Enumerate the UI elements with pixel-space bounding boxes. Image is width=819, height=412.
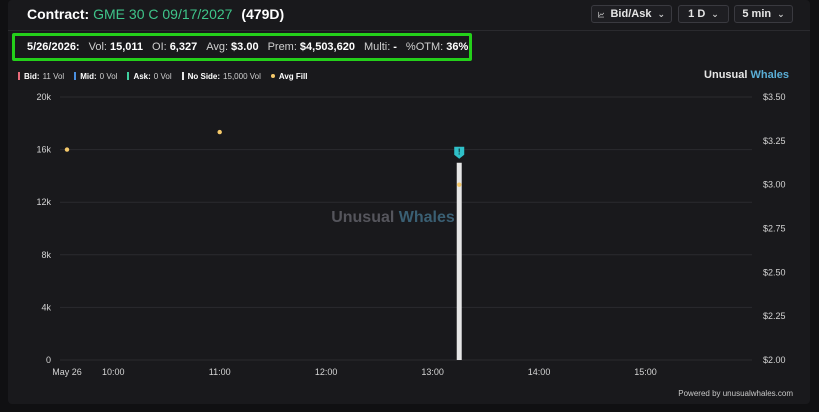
y-right-tick-label: $2.75 bbox=[763, 224, 786, 234]
avg-fill-point bbox=[64, 147, 70, 152]
x-tick-label: 14:00 bbox=[528, 367, 551, 377]
y-axis-right: $2.00 $2.25 $2.50 $2.75 $3.00 $3.25 $3.50 bbox=[763, 92, 786, 365]
alert-marker-icon: ! bbox=[454, 146, 465, 159]
x-tick-label: 11:00 bbox=[209, 367, 231, 377]
y-left-tick-label: 12k bbox=[36, 197, 51, 207]
trade-markers: ! bbox=[454, 146, 465, 159]
alert-marker-glyph: ! bbox=[458, 147, 461, 156]
watermark: Unusual Whales bbox=[331, 209, 455, 226]
x-tick-label: May 26 bbox=[52, 367, 82, 377]
volume-bar bbox=[456, 162, 462, 360]
y-right-tick-label: $3.00 bbox=[763, 180, 786, 190]
avg-fill-point bbox=[457, 182, 462, 187]
x-tick-label: 10:00 bbox=[102, 367, 125, 377]
y-right-tick-label: $2.50 bbox=[763, 267, 786, 277]
y-left-tick-label: 4k bbox=[41, 302, 51, 312]
avg-fill-point bbox=[217, 129, 222, 135]
x-tick-label: 15:00 bbox=[634, 367, 657, 377]
watermark-part2: Whales bbox=[399, 209, 455, 226]
y-left-tick-label: 0 bbox=[46, 355, 51, 365]
y-right-tick-label: $3.50 bbox=[763, 92, 786, 102]
x-tick-label: 13:00 bbox=[421, 367, 444, 377]
y-left-tick-label: 16k bbox=[36, 145, 51, 155]
x-tick-label: 12:00 bbox=[315, 367, 338, 377]
volume-bars bbox=[456, 162, 462, 360]
x-axis: May 26 10:00 11:00 12:00 13:00 14:00 15:00 bbox=[52, 367, 657, 377]
chart-grid bbox=[60, 96, 752, 361]
watermark-part1: Unusual bbox=[331, 209, 399, 226]
y-right-tick-label: $2.00 bbox=[763, 355, 786, 365]
avg-fill-points bbox=[64, 129, 462, 187]
volume-chart: Unusual Whales 0 4k 8k 12k 16k 20k $2.00 $2.25… bbox=[36, 92, 786, 377]
y-right-tick-label: $3.25 bbox=[763, 136, 786, 146]
y-left-tick-label: 20k bbox=[36, 92, 51, 102]
y-right-tick-label: $2.25 bbox=[763, 311, 786, 321]
y-axis-left: 0 4k 8k 12k 16k 20k bbox=[36, 92, 51, 365]
y-left-tick-label: 8k bbox=[41, 250, 51, 260]
